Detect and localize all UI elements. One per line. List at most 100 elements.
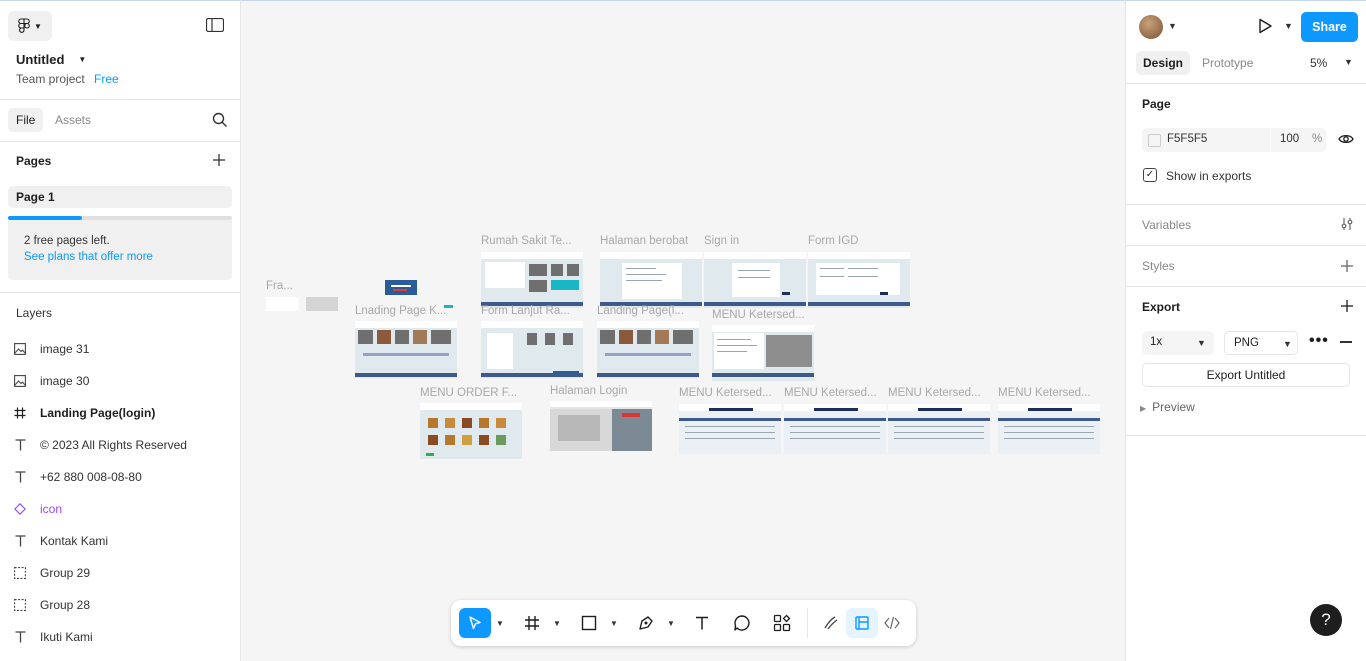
shape-tool-button[interactable] xyxy=(573,608,605,638)
text-tool-button[interactable] xyxy=(686,608,718,638)
pen-icon xyxy=(639,616,653,630)
frame-thumbnail[interactable] xyxy=(550,401,652,451)
frame-label[interactable]: Fra... xyxy=(266,280,293,292)
share-button[interactable]: Share xyxy=(1301,12,1358,42)
frame-thumbnail[interactable] xyxy=(808,252,910,308)
frame-label[interactable]: Form Lanjut Ra... xyxy=(481,305,570,317)
frame-thumbnail[interactable] xyxy=(420,403,522,459)
frame-thumbnail[interactable] xyxy=(600,252,702,308)
see-plans-link[interactable]: See plans that offer more xyxy=(24,251,153,263)
chevron-down-icon[interactable]: ▼ xyxy=(496,619,504,628)
frame-thumbnail[interactable] xyxy=(597,321,699,378)
chevron-down-icon[interactable]: ▼ xyxy=(1284,21,1293,31)
comment-tool-button[interactable] xyxy=(726,608,758,638)
add-export-icon[interactable] xyxy=(1340,299,1354,313)
eye-icon[interactable] xyxy=(1338,132,1354,146)
layer-row[interactable]: +62 880 008-08-80 xyxy=(0,461,240,493)
layer-name: Kontak Kami xyxy=(40,534,109,548)
show-in-exports-checkbox[interactable]: ✓ xyxy=(1143,168,1157,182)
chevron-down-icon[interactable]: ▼ xyxy=(610,619,618,628)
frame-label[interactable]: Halaman berobat xyxy=(600,235,688,247)
user-avatar[interactable] xyxy=(1139,15,1163,39)
design-mode-button[interactable] xyxy=(846,608,878,638)
tab-assets[interactable]: Assets xyxy=(55,108,91,132)
layer-row[interactable]: © 2023 All Rights Reserved xyxy=(0,429,240,461)
draw-mode-button[interactable] xyxy=(815,608,847,638)
frame-label[interactable]: MENU Ketersed... xyxy=(998,387,1091,399)
search-icon[interactable] xyxy=(212,112,228,128)
frame-thumbnail[interactable] xyxy=(679,404,781,454)
chevron-down-icon[interactable]: ▼ xyxy=(1168,21,1177,31)
chevron-down-icon[interactable]: ▼ xyxy=(1344,57,1353,67)
image-thumbnail[interactable] xyxy=(385,280,417,295)
sidebar-toggle-icon[interactable] xyxy=(206,18,224,32)
chevron-down-icon[interactable]: ▼ xyxy=(667,619,675,628)
help-button[interactable]: ? xyxy=(1310,604,1342,636)
export-format-select[interactable]: PNG ▼ xyxy=(1224,331,1298,355)
page-item-page-1[interactable]: Page 1 xyxy=(8,186,232,208)
pen-tool-button[interactable] xyxy=(630,608,662,638)
main-menu-button[interactable]: ▼ xyxy=(8,11,52,41)
text-icon xyxy=(0,631,40,643)
layer-row[interactable]: Group 29 xyxy=(0,557,240,589)
background-hex[interactable]: F5F5F5 xyxy=(1167,133,1207,145)
frame-label[interactable]: Rumah Sakit Te... xyxy=(481,235,572,247)
file-title[interactable]: Untitled ▼ xyxy=(16,52,86,67)
variables-icon[interactable] xyxy=(1340,217,1354,231)
add-style-icon[interactable] xyxy=(1340,259,1354,273)
frame-label[interactable]: MENU Ketersed... xyxy=(888,387,981,399)
tab-file[interactable]: File xyxy=(8,108,44,132)
tab-design[interactable]: Design xyxy=(1136,51,1191,75)
frame-thumbnail[interactable] xyxy=(306,297,338,311)
tab-prototype[interactable]: Prototype xyxy=(1202,51,1253,75)
project-info: Team project Free xyxy=(16,72,119,86)
layer-row[interactable]: Group 28 xyxy=(0,589,240,621)
frame-label[interactable]: MENU ORDER F... xyxy=(420,387,517,399)
divider xyxy=(1126,286,1366,287)
frame-label[interactable]: MENU Ketersed... xyxy=(784,387,877,399)
frame-label[interactable]: Landing Page(l... xyxy=(597,305,684,317)
frame-thumbnail[interactable] xyxy=(355,321,457,378)
layer-row[interactable]: icon xyxy=(0,493,240,525)
frame-label[interactable]: Halaman Login xyxy=(550,385,627,397)
layer-row[interactable]: Kontak Kami xyxy=(0,525,240,557)
frame-thumbnail[interactable] xyxy=(784,404,886,454)
export-scale-select[interactable]: 1x ▼ xyxy=(1142,331,1214,355)
styles-label[interactable]: Styles xyxy=(1142,259,1175,273)
zoom-level[interactable]: 5% xyxy=(1310,51,1327,75)
move-tool-button[interactable] xyxy=(459,608,491,638)
design-canvas[interactable]: Fra... Rumah Sakit Te... Halaman berobat… xyxy=(241,0,1125,661)
actions-icon xyxy=(773,614,791,632)
frame-thumbnail[interactable] xyxy=(704,252,806,308)
variables-label[interactable]: Variables xyxy=(1142,218,1191,232)
frame-tool-button[interactable] xyxy=(516,608,548,638)
page-background-field[interactable]: F5F5F5 100 % xyxy=(1142,128,1326,152)
play-icon[interactable] xyxy=(1257,18,1273,34)
frame-thumbnail[interactable] xyxy=(998,404,1100,454)
layer-row[interactable]: image 31 xyxy=(0,333,240,365)
layer-row[interactable]: Landing Page(login) xyxy=(0,397,240,429)
chevron-down-icon[interactable]: ▼ xyxy=(553,619,561,628)
frame-label[interactable]: Sign in xyxy=(704,235,739,247)
plan-badge[interactable]: Free xyxy=(94,72,119,86)
actions-button[interactable] xyxy=(766,608,798,638)
frame-label[interactable]: Lnading Page K... xyxy=(355,305,446,317)
background-opacity[interactable]: 100 xyxy=(1280,133,1299,145)
layer-row[interactable]: Ikuti Kami xyxy=(0,621,240,653)
layer-row[interactable]: image 30 xyxy=(0,365,240,397)
frame-thumbnail[interactable] xyxy=(266,297,298,311)
frame-label[interactable]: Form IGD xyxy=(808,235,858,247)
frame-label[interactable]: MENU Ketersed... xyxy=(712,309,805,321)
frame-thumbnail[interactable] xyxy=(481,252,583,308)
frame-thumbnail[interactable] xyxy=(481,321,583,378)
frame-label[interactable]: MENU Ketersed... xyxy=(679,387,772,399)
more-options-icon[interactable]: ••• xyxy=(1309,333,1329,349)
export-preview-toggle[interactable]: ▶ Preview xyxy=(1140,400,1195,414)
frame-thumbnail[interactable] xyxy=(712,325,814,381)
color-swatch[interactable] xyxy=(1148,134,1161,147)
frame-thumbnail[interactable] xyxy=(888,404,990,454)
dev-mode-button[interactable] xyxy=(876,608,908,638)
remove-export-icon[interactable] xyxy=(1340,341,1352,343)
export-button[interactable]: Export Untitled xyxy=(1142,363,1350,387)
add-page-icon[interactable] xyxy=(212,153,226,167)
